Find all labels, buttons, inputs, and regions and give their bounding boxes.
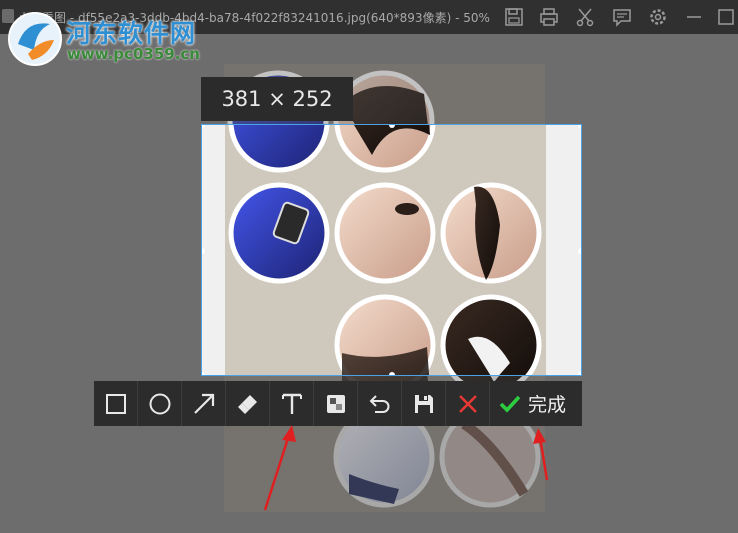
comment-icon[interactable] <box>612 7 632 27</box>
save-capture-button[interactable] <box>402 381 446 426</box>
scissors-icon[interactable] <box>575 7 595 27</box>
text-icon <box>281 393 302 414</box>
mosaic-tool-button[interactable] <box>314 381 358 426</box>
annotation-arrow-done <box>533 428 549 481</box>
annotation-toolbar: 完成 <box>94 381 582 426</box>
rectangle-icon <box>105 393 126 414</box>
arrow-tool-button[interactable] <box>182 381 226 426</box>
maximize-icon[interactable] <box>716 7 736 27</box>
checkmark-icon <box>499 395 521 413</box>
watermark-url: www.pc0359.cn <box>67 45 200 63</box>
capture-selection[interactable] <box>201 124 582 376</box>
cancel-icon <box>458 394 477 413</box>
ellipse-tool-button[interactable] <box>138 381 182 426</box>
rectangle-tool-button[interactable] <box>94 381 138 426</box>
mosaic-icon <box>326 394 345 413</box>
arrow-icon <box>193 393 214 414</box>
done-label: 完成 <box>528 394 567 416</box>
brush-icon <box>237 394 257 414</box>
selection-size-label: 381 × 252 <box>201 77 353 121</box>
print-icon[interactable] <box>539 7 559 27</box>
settings-icon[interactable] <box>648 7 668 27</box>
ellipse-icon <box>149 393 170 414</box>
minimize-icon[interactable] <box>684 7 704 27</box>
done-button[interactable]: 完成 <box>490 381 566 426</box>
cancel-button[interactable] <box>446 381 490 426</box>
save-icon[interactable] <box>504 7 524 27</box>
undo-icon <box>369 394 389 413</box>
watermark-logo-icon <box>6 10 64 68</box>
undo-button[interactable] <box>358 381 402 426</box>
save-icon <box>414 394 433 413</box>
annotation-arrow-text-tool <box>263 425 296 511</box>
